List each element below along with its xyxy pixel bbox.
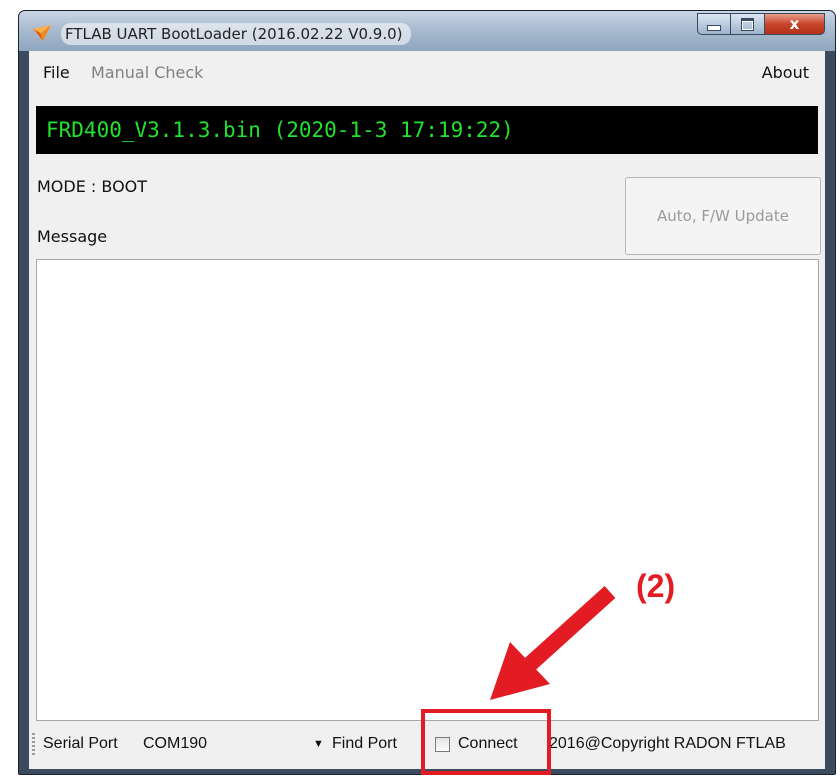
client-area: File Manual Check About FRD400_V3.1.3.bi… xyxy=(29,51,825,769)
auto-fw-update-button[interactable]: Auto, F/W Update xyxy=(625,177,821,255)
message-log[interactable] xyxy=(36,259,819,721)
menu-manual-check[interactable]: Manual Check xyxy=(91,63,203,82)
message-label: Message xyxy=(37,227,108,246)
find-port-button[interactable]: Find Port xyxy=(332,735,397,753)
dropdown-arrow-icon[interactable]: ▼ xyxy=(313,738,324,750)
annotation-arrow-icon xyxy=(490,586,616,700)
minimize-icon xyxy=(707,25,721,31)
status-grip xyxy=(32,733,35,755)
annotation-highlight-box xyxy=(421,709,551,775)
app-icon xyxy=(33,25,51,41)
firmware-file-display: FRD400_V3.1.3.bin (2020-1-3 17:19:22) xyxy=(36,106,818,154)
maximize-button[interactable] xyxy=(731,13,765,35)
annotation-label: (2) xyxy=(636,568,676,604)
menu-file[interactable]: File xyxy=(43,63,70,82)
close-button[interactable]: x xyxy=(765,13,825,35)
close-icon: x xyxy=(789,15,800,33)
app-window: FTLAB UART BootLoader (2016.02.22 V0.9.0… xyxy=(18,10,836,775)
maximize-icon xyxy=(741,17,754,31)
serial-port-label: Serial Port xyxy=(43,735,118,752)
mode-label: MODE : BOOT xyxy=(37,177,148,196)
menu-about[interactable]: About xyxy=(762,63,809,82)
window-title: FTLAB UART BootLoader (2016.02.22 V0.9.0… xyxy=(61,23,411,45)
copyright-text: 2016@Copyright RADON FTLAB xyxy=(549,735,786,752)
menu-bar: File Manual Check About xyxy=(29,51,825,99)
serial-port-select[interactable]: COM190 xyxy=(143,735,207,753)
minimize-button[interactable] xyxy=(697,13,731,35)
title-bar[interactable]: FTLAB UART BootLoader (2016.02.22 V0.9.0… xyxy=(19,11,835,51)
